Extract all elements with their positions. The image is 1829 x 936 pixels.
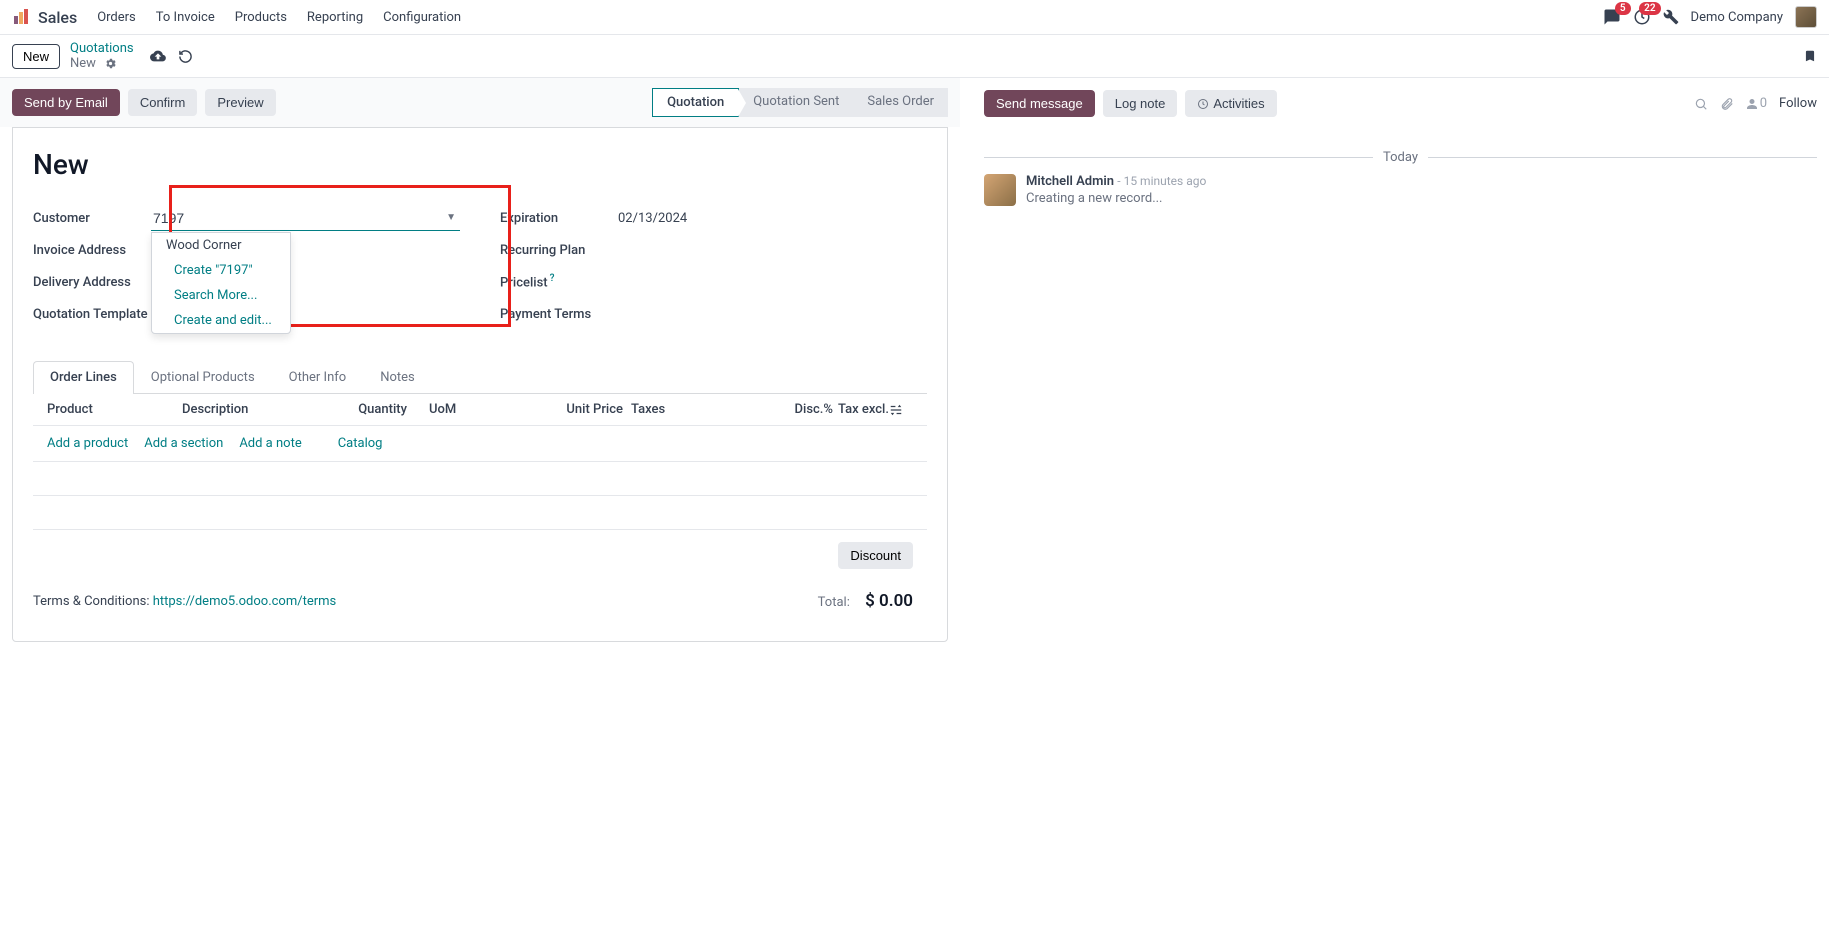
label-pricelist: Pricelist? <box>500 273 618 290</box>
dropdown-create-edit[interactable]: Create and edit... <box>152 308 290 333</box>
followers-count[interactable]: 0 <box>1746 96 1767 111</box>
cloud-upload-icon[interactable] <box>150 48 166 64</box>
customer-input[interactable] <box>151 206 460 231</box>
follow-button[interactable]: Follow <box>1779 96 1817 111</box>
th-product: Product <box>47 402 182 417</box>
messages-badge: 5 <box>1615 2 1631 15</box>
nav-to-invoice[interactable]: To Invoice <box>156 10 215 25</box>
customer-dropdown: Wood Corner Create "7197" Search More...… <box>151 232 291 334</box>
nav-configuration[interactable]: Configuration <box>383 10 461 25</box>
add-product-link[interactable]: Add a product <box>47 436 128 451</box>
form-title: New <box>33 148 927 181</box>
log-message: Creating a new record... <box>1026 191 1206 206</box>
log-author[interactable]: Mitchell Admin <box>1026 174 1114 189</box>
terms-conditions: Terms & Conditions: https://demo5.odoo.c… <box>33 594 336 609</box>
dropdown-search-more[interactable]: Search More... <box>152 283 290 308</box>
label-expiration: Expiration <box>500 211 618 226</box>
log-entry: Mitchell Admin - 15 minutes ago Creating… <box>984 174 1817 206</box>
status-sales-order[interactable]: Sales Order <box>853 88 948 117</box>
messages-icon[interactable]: 5 <box>1603 8 1621 26</box>
add-section-link[interactable]: Add a section <box>144 436 223 451</box>
label-customer: Customer <box>33 211 151 226</box>
breadcrumb-parent[interactable]: Quotations <box>70 41 134 56</box>
terms-link[interactable]: https://demo5.odoo.com/terms <box>153 594 337 609</box>
label-recurring-plan: Recurring Plan <box>500 243 618 258</box>
empty-row <box>33 496 927 530</box>
total-label: Total: <box>818 595 850 610</box>
company-name[interactable]: Demo Company <box>1691 10 1783 25</box>
main-nav: Orders To Invoice Products Reporting Con… <box>97 10 461 25</box>
tab-optional-products[interactable]: Optional Products <box>134 361 272 393</box>
tab-order-lines[interactable]: Order Lines <box>33 361 134 394</box>
th-disc: Disc.% <box>783 402 833 417</box>
app-logo-icon <box>12 8 30 26</box>
status-quotation-sent[interactable]: Quotation Sent <box>739 88 853 117</box>
log-avatar <box>984 174 1016 206</box>
add-note-link[interactable]: Add a note <box>239 436 301 451</box>
gear-icon[interactable] <box>104 57 117 70</box>
th-unit-price: Unit Price <box>557 402 623 417</box>
activities-button[interactable]: Activities <box>1185 90 1276 117</box>
tools-icon[interactable] <box>1663 9 1679 25</box>
user-avatar[interactable] <box>1795 6 1817 28</box>
column-options-icon[interactable] <box>889 403 913 417</box>
nav-reporting[interactable]: Reporting <box>307 10 363 25</box>
label-delivery-address: Delivery Address <box>33 275 151 290</box>
new-button[interactable]: New <box>12 44 60 69</box>
empty-row <box>33 462 927 496</box>
undo-icon[interactable] <box>178 49 193 64</box>
dropdown-option-wood-corner[interactable]: Wood Corner <box>152 233 290 258</box>
activities-icon[interactable]: 22 <box>1633 8 1651 26</box>
th-uom: UoM <box>407 402 557 417</box>
dropdown-create[interactable]: Create "7197" <box>152 258 290 283</box>
expiration-value[interactable]: 02/13/2024 <box>618 211 927 226</box>
preview-button[interactable]: Preview <box>205 89 275 116</box>
log-note-button[interactable]: Log note <box>1103 90 1178 117</box>
bookmark-icon[interactable] <box>1803 48 1817 64</box>
send-message-button[interactable]: Send message <box>984 90 1095 117</box>
tab-other-info[interactable]: Other Info <box>272 361 364 393</box>
status-bar: Quotation Quotation Sent Sales Order <box>652 88 948 117</box>
send-by-email-button[interactable]: Send by Email <box>12 89 120 116</box>
nav-products[interactable]: Products <box>235 10 287 25</box>
status-quotation[interactable]: Quotation <box>652 88 739 117</box>
help-icon[interactable]: ? <box>550 273 555 284</box>
search-icon[interactable] <box>1694 97 1708 111</box>
th-quantity: Quantity <box>337 402 407 417</box>
log-time: - 15 minutes ago <box>1117 174 1206 188</box>
nav-orders[interactable]: Orders <box>97 10 136 25</box>
tab-notes[interactable]: Notes <box>363 361 432 393</box>
discount-button[interactable]: Discount <box>838 542 913 569</box>
attachment-icon[interactable] <box>1720 97 1734 111</box>
confirm-button[interactable]: Confirm <box>128 89 198 116</box>
catalog-link[interactable]: Catalog <box>338 436 383 451</box>
th-description: Description <box>182 402 337 417</box>
th-tax-excl: Tax excl. <box>833 402 889 417</box>
total-amount: $ 0.00 <box>865 591 913 611</box>
label-payment-terms: Payment Terms <box>500 307 618 322</box>
th-taxes: Taxes <box>623 402 783 417</box>
breadcrumb-current: New <box>70 56 96 71</box>
app-name[interactable]: Sales <box>38 8 77 27</box>
activities-badge: 22 <box>1639 2 1660 15</box>
label-invoice-address: Invoice Address <box>33 243 151 258</box>
chatter-date-divider: Today <box>984 157 1817 158</box>
